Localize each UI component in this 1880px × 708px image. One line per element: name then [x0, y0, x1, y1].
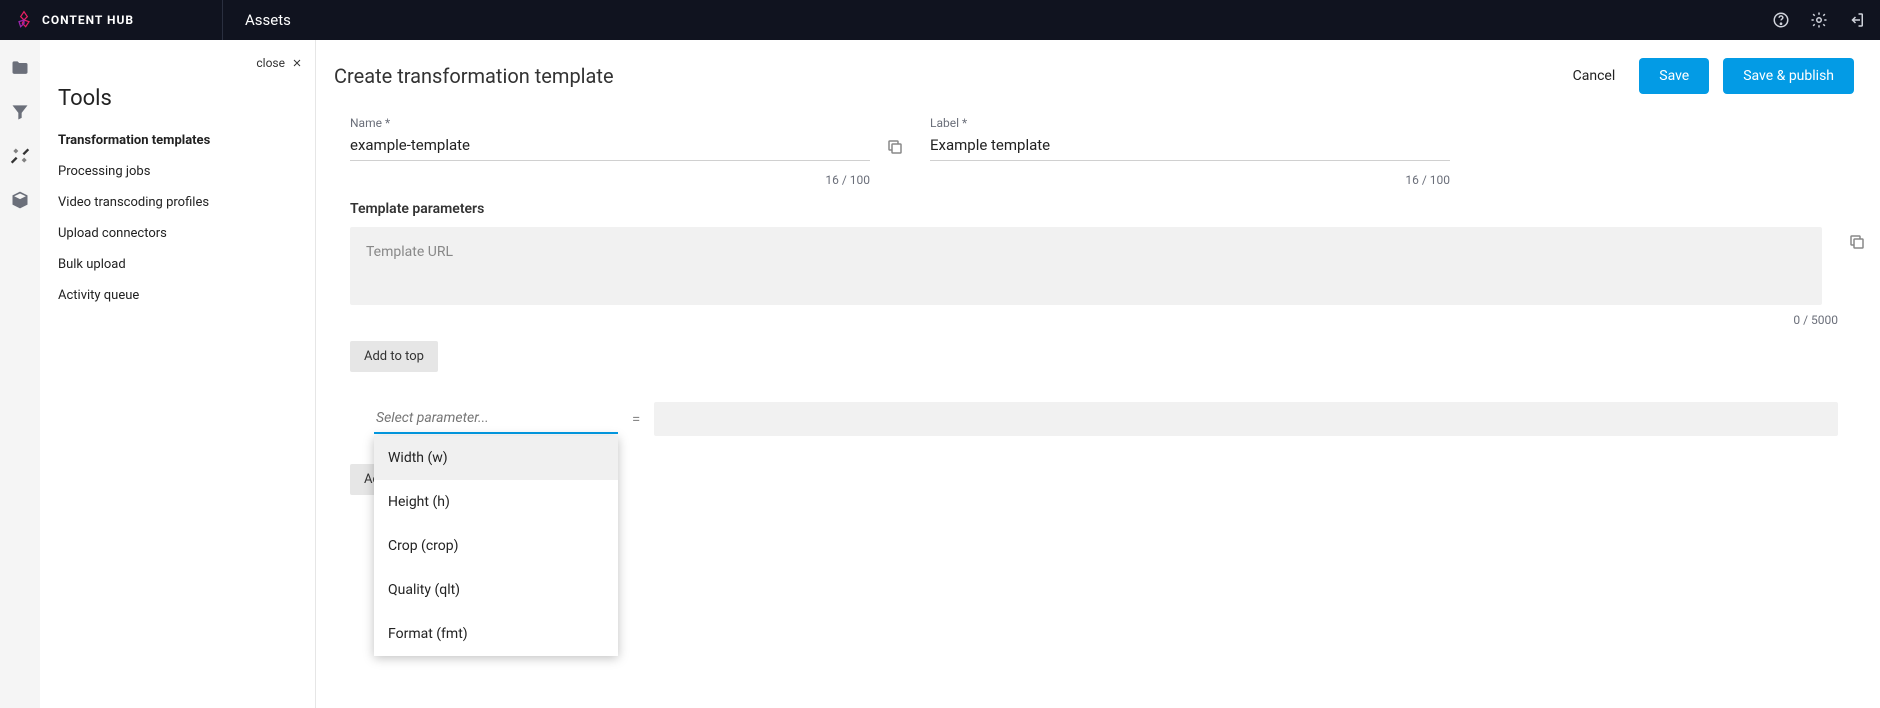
- parameter-select-wrap: Width (w) Height (h) Crop (crop) Quality…: [374, 404, 618, 434]
- topbar-divider: [222, 0, 223, 40]
- settings-icon[interactable]: [1810, 11, 1828, 29]
- parameter-row: Width (w) Height (h) Crop (crop) Quality…: [374, 402, 1838, 436]
- dropdown-item-format[interactable]: Format (fmt): [374, 612, 618, 656]
- template-url-box[interactable]: Template URL: [350, 227, 1822, 305]
- sidebar-close[interactable]: close: [40, 52, 315, 80]
- sidebar: close Tools Transformation templates Pro…: [40, 40, 316, 708]
- sidebar-item-video-transcoding[interactable]: Video transcoding profiles: [40, 187, 315, 218]
- dropdown-item-quality[interactable]: Quality (qlt): [374, 568, 618, 612]
- main: close Tools Transformation templates Pro…: [0, 40, 1880, 708]
- name-field-col: Name * 16 / 100: [350, 116, 870, 187]
- add-to-top-wrap: Add to top: [350, 341, 1838, 372]
- parameter-value-input[interactable]: [654, 402, 1838, 436]
- topbar-right: [1772, 11, 1866, 29]
- url-char-count: 0 / 5000: [334, 305, 1854, 327]
- topbar: CONTENT HUB Assets: [0, 0, 1880, 40]
- page-title: Create transformation template: [334, 64, 614, 88]
- name-char-count: 16 / 100: [350, 173, 870, 187]
- brand[interactable]: CONTENT HUB: [14, 10, 212, 30]
- dropdown-item-height[interactable]: Height (h): [374, 480, 618, 524]
- form-row: Name * 16 / 100 Label * 16 / 100: [334, 116, 1854, 187]
- folder-icon[interactable]: [10, 58, 30, 78]
- package-icon[interactable]: [10, 190, 30, 210]
- filter-icon[interactable]: [10, 102, 30, 122]
- copy-name-icon[interactable]: [886, 138, 904, 156]
- sidebar-item-upload-connectors[interactable]: Upload connectors: [40, 218, 315, 249]
- tools-icon[interactable]: [10, 146, 30, 166]
- label-char-count: 16 / 100: [930, 173, 1450, 187]
- parameter-select-input[interactable]: [374, 404, 618, 434]
- header-actions: Cancel Save Save & publish: [1563, 58, 1854, 94]
- dropdown-item-width[interactable]: Width (w): [374, 436, 618, 480]
- equals-sign: =: [628, 410, 644, 428]
- save-button[interactable]: Save: [1639, 58, 1709, 94]
- sidebar-title: Tools: [40, 80, 315, 125]
- parameter-dropdown: Width (w) Height (h) Crop (crop) Quality…: [374, 436, 618, 656]
- brand-name: CONTENT HUB: [42, 13, 134, 27]
- save-publish-button[interactable]: Save & publish: [1723, 58, 1854, 94]
- sidebar-item-transformation-templates[interactable]: Transformation templates: [40, 125, 315, 156]
- content-header: Create transformation template Cancel Sa…: [334, 58, 1854, 94]
- name-label: Name *: [350, 116, 870, 130]
- add-to-top-button[interactable]: Add to top: [350, 341, 438, 372]
- brand-logo-icon: [14, 10, 34, 30]
- close-label: close: [256, 56, 285, 70]
- label-field-col: Label * 16 / 100: [930, 116, 1450, 187]
- label-input[interactable]: [930, 132, 1450, 161]
- name-input[interactable]: [350, 132, 870, 161]
- label-label: Label *: [930, 116, 1450, 130]
- logout-icon[interactable]: [1848, 11, 1866, 29]
- sidebar-item-activity-queue[interactable]: Activity queue: [40, 280, 315, 311]
- sidebar-item-bulk-upload[interactable]: Bulk upload: [40, 249, 315, 280]
- dropdown-item-crop[interactable]: Crop (crop): [374, 524, 618, 568]
- help-icon[interactable]: [1772, 11, 1790, 29]
- template-url-placeholder: Template URL: [366, 244, 453, 260]
- sidebar-item-processing-jobs[interactable]: Processing jobs: [40, 156, 315, 187]
- topbar-section-assets[interactable]: Assets: [233, 11, 291, 29]
- icon-rail: [0, 40, 40, 708]
- close-icon: [291, 57, 303, 69]
- topbar-left: CONTENT HUB Assets: [14, 0, 291, 40]
- copy-url-icon[interactable]: [1848, 233, 1866, 251]
- template-parameters-heading: Template parameters: [334, 187, 1854, 227]
- cancel-button[interactable]: Cancel: [1563, 60, 1626, 92]
- content: Create transformation template Cancel Sa…: [316, 40, 1880, 708]
